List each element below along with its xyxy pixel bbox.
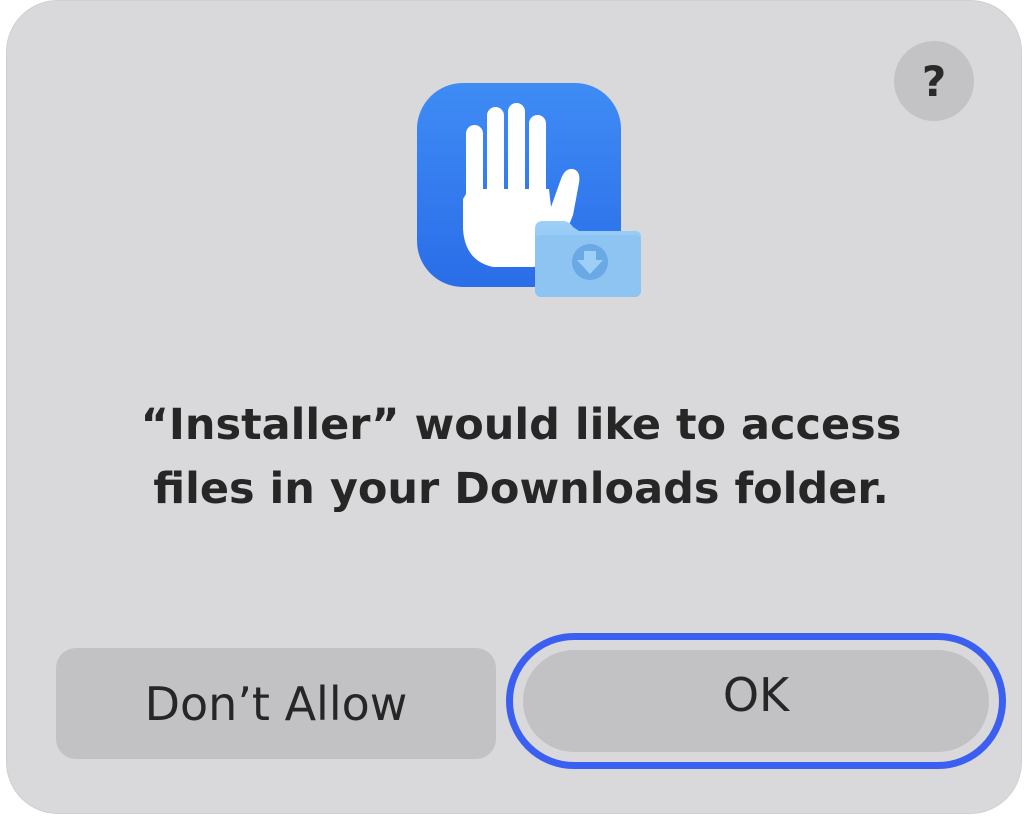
message-line-2: files in your Downloads folder. — [153, 464, 889, 514]
downloads-folder-icon — [535, 221, 641, 297]
dont-allow-button[interactable]: Don’t Allow — [56, 648, 496, 759]
ok-button[interactable]: OK — [506, 633, 1006, 769]
message-line-1: “Installer” would like to access — [140, 400, 902, 450]
privacy-hand-icon — [417, 83, 641, 297]
help-icon: ? — [921, 56, 947, 106]
ok-button-label: OK — [722, 668, 790, 722]
dialog-message: “Installer” would like to access files i… — [67, 393, 975, 521]
help-button[interactable]: ? — [894, 41, 974, 121]
